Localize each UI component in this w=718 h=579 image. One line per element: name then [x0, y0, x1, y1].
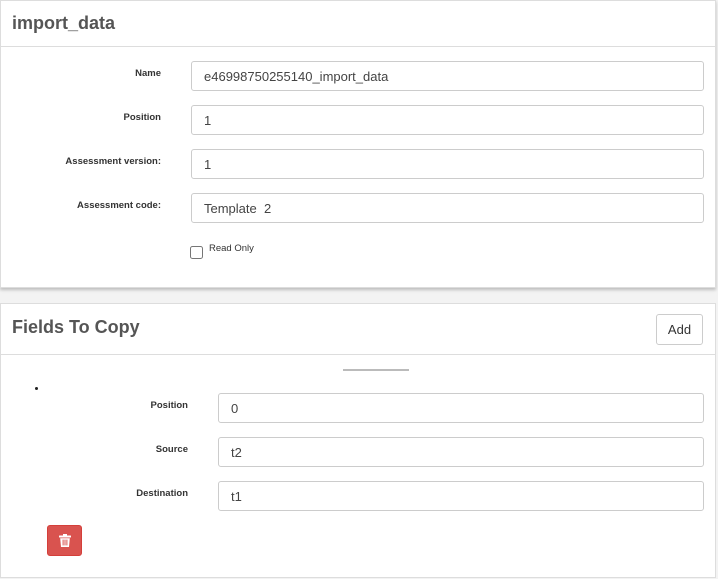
import-data-panel: import_data Name Position Assessment ver… [0, 0, 716, 288]
name-input[interactable] [191, 61, 704, 91]
read-only-checkbox[interactable] [190, 246, 203, 259]
import-data-panel-heading: import_data [1, 1, 715, 47]
add-field-button[interactable]: Add [656, 314, 703, 345]
assessment-version-input[interactable] [191, 149, 704, 179]
position-label: Position [123, 112, 161, 123]
import-data-title: import_data [12, 13, 116, 33]
list-item-bullet [35, 387, 38, 390]
field-source-label: Source [155, 444, 188, 455]
position-input[interactable] [191, 105, 704, 135]
drag-handle-line [343, 369, 409, 371]
fields-to-copy-title: Fields To Copy [12, 317, 140, 337]
field-position-input[interactable] [218, 393, 704, 423]
field-destination-input[interactable] [218, 481, 704, 511]
name-label: Name [135, 68, 161, 79]
field-source-input[interactable] [218, 437, 704, 467]
assessment-code-input[interactable] [191, 193, 704, 223]
fields-to-copy-panel: Fields To Copy Add Position Source Desti… [0, 303, 716, 578]
trash-icon [59, 534, 71, 547]
assessment-version-label: Assessment version: [65, 156, 161, 167]
fields-to-copy-panel-heading: Fields To Copy Add [1, 304, 715, 355]
delete-field-button[interactable] [47, 525, 82, 556]
read-only-label[interactable]: Read Only [209, 243, 254, 254]
field-destination-label: Destination [136, 488, 188, 499]
field-position-label: Position [150, 400, 188, 411]
assessment-code-label: Assessment code: [77, 200, 161, 211]
